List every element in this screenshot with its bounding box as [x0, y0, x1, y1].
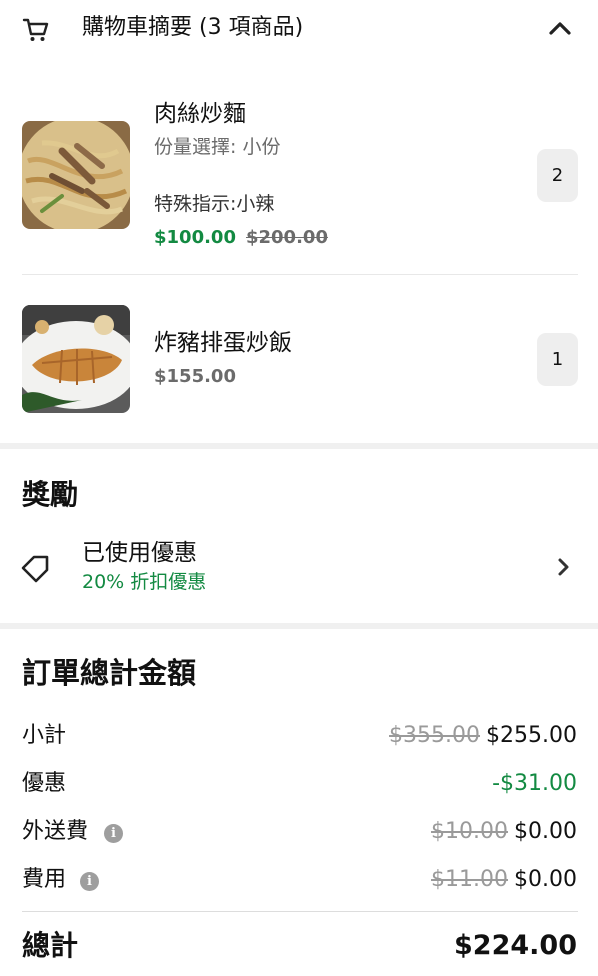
item-name: 肉絲炒麵 [154, 101, 246, 127]
grand-total-label: 總計 [22, 929, 79, 962]
item-portion-option: 份量選擇: 小份 [154, 136, 281, 158]
applied-promo-row[interactable]: 已使用優惠 20% 折扣優惠 [0, 532, 598, 602]
info-icon[interactable]: i [80, 872, 99, 891]
delivery-fee-amount: $0.00 [514, 819, 577, 844]
promo-label: 已使用優惠 [82, 540, 197, 566]
delivery-fee-row: 外送費 i $10.00 $0.00 [0, 815, 598, 849]
item-special-instructions: 特殊指示:小辣 [154, 193, 275, 215]
chevron-up-icon[interactable] [548, 18, 572, 38]
item-name: 炸豬排蛋炒飯 [154, 330, 292, 356]
delivery-fee-original: $10.00 [431, 819, 509, 844]
subtotal-value: $355.00 $255.00 [389, 722, 577, 750]
subtotal-row: 小計 $355.00 $255.00 [0, 719, 598, 753]
item-price: $155.00 [154, 366, 236, 387]
fees-row: 費用 i $11.00 $0.00 [0, 863, 598, 897]
promo-detail: 20% 折扣優惠 [82, 571, 207, 593]
cart-summary-header[interactable]: 購物車摘要 (3 項商品) [0, 0, 598, 58]
item-price-row: $100.00 $200.00 [154, 226, 328, 250]
subtotal-original: $355.00 [389, 723, 481, 748]
section-separator [0, 623, 598, 629]
grand-total-value: $224.00 [454, 930, 577, 961]
shopping-cart-icon [22, 18, 49, 41]
pork-chop-rice-image [22, 305, 130, 413]
section-separator [0, 443, 598, 449]
subtotal-amount: $255.00 [486, 723, 577, 748]
tag-icon [21, 555, 49, 583]
fees-original: $11.00 [431, 867, 509, 892]
quantity-badge[interactable]: 1 [537, 333, 578, 386]
order-totals-title: 訂單總計金額 [22, 656, 197, 690]
subtotal-label: 小計 [22, 723, 67, 748]
item-original-price: $200.00 [245, 227, 328, 248]
fees-label: 費用 [22, 867, 67, 892]
rewards-title: 獎勵 [22, 478, 79, 511]
delivery-fee-label: 外送費 [22, 819, 89, 844]
fees-value: $11.00 $0.00 [431, 866, 577, 894]
delivery-fee-value: $10.00 $0.00 [431, 818, 577, 846]
item-sale-price: $100.00 [154, 227, 236, 248]
chevron-right-icon [558, 558, 569, 576]
quantity-badge[interactable]: 2 [537, 149, 578, 202]
cart-summary-title: 購物車摘要 (3 項商品) [82, 15, 304, 40]
item-divider [22, 274, 578, 275]
fees-amount: $0.00 [514, 867, 577, 892]
totals-divider [22, 911, 578, 912]
discount-label: 優惠 [22, 771, 67, 796]
noodle-dish-image [22, 121, 130, 229]
discount-amount: -$31.00 [492, 771, 577, 796]
info-icon[interactable]: i [104, 824, 123, 843]
discount-row: 優惠 -$31.00 [0, 767, 598, 801]
